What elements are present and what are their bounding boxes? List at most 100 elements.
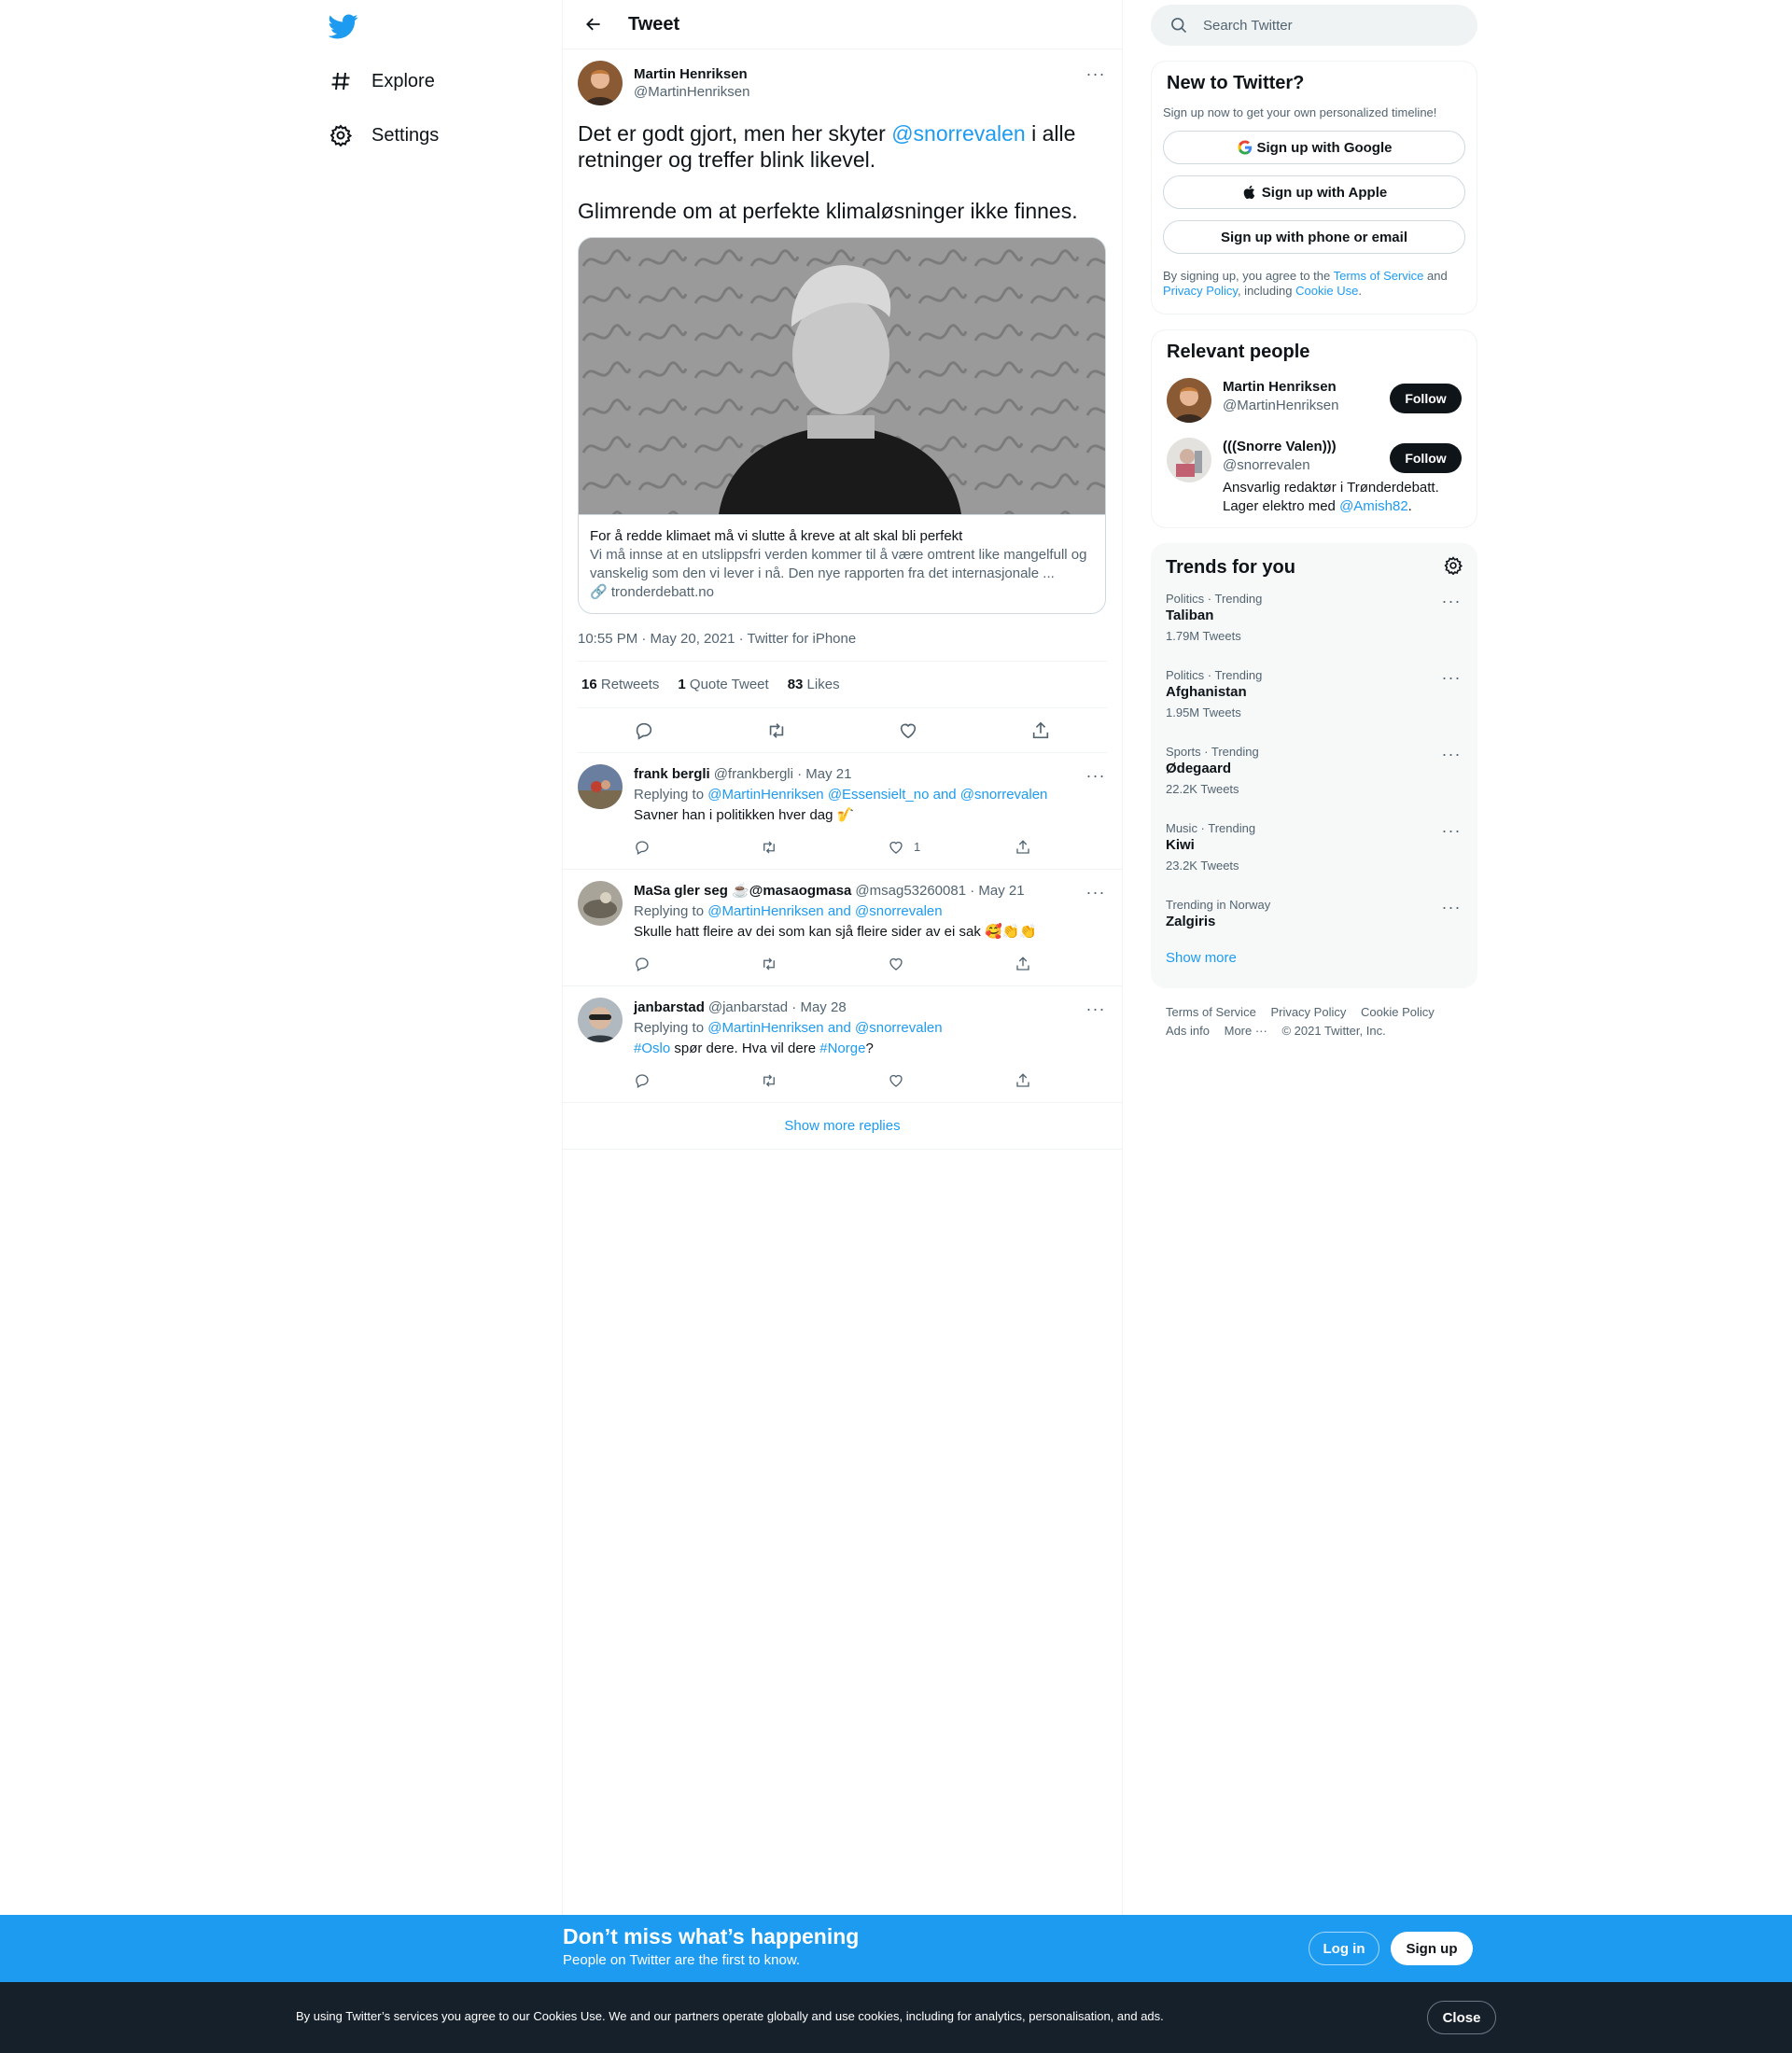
reply-icon[interactable] (634, 1072, 761, 1089)
more-options-icon[interactable]: ··· (1085, 883, 1107, 901)
back-arrow-icon[interactable] (578, 8, 609, 40)
reply-handle-date[interactable]: @frankbergli · May 21 (714, 764, 852, 785)
retweet-icon[interactable] (761, 1072, 888, 1089)
more-options-icon[interactable]: ··· (1085, 766, 1107, 785)
replying-to-links[interactable]: @MartinHenriksen and @snorrevalen (707, 903, 942, 919)
mention-link[interactable]: @snorrevalen (891, 121, 1026, 146)
share-icon[interactable] (1015, 1072, 1141, 1089)
author-handle[interactable]: @MartinHenriksen (634, 84, 749, 100)
trend-item[interactable]: Trending in Norway Zalgiris ··· (1151, 887, 1477, 943)
login-button[interactable]: Log in (1309, 1932, 1379, 1965)
relevant-person[interactable]: Martin Henriksen @MartinHenriksen Follow (1167, 378, 1462, 423)
footer-link-privacy[interactable]: Privacy Policy (1270, 1005, 1346, 1019)
terms-of-service-link[interactable]: Terms of Service (1334, 269, 1424, 283)
hashtag-link[interactable]: #Norge (819, 1040, 865, 1056)
like-icon[interactable] (892, 715, 924, 747)
cookie-use-link[interactable]: Cookie Use (1295, 284, 1358, 298)
likes-label: Likes (806, 677, 840, 692)
avatar[interactable] (578, 881, 623, 926)
signup-google-button[interactable]: Sign up with Google (1163, 131, 1465, 164)
footer-link-more[interactable]: More ··· (1225, 1024, 1267, 1038)
retweet-icon[interactable] (761, 839, 888, 856)
footer-link-ads[interactable]: Ads info (1166, 1024, 1210, 1038)
signup-apple-label: Sign up with Apple (1261, 184, 1388, 201)
relevant-person[interactable]: (((Snorre Valen))) @snorrevalen Ansvarli… (1167, 438, 1462, 516)
share-icon[interactable] (1015, 839, 1141, 856)
more-options-icon[interactable]: ··· (1085, 999, 1107, 1018)
signup-apple-button[interactable]: Sign up with Apple (1163, 175, 1465, 209)
gear-icon (329, 123, 353, 147)
trend-item[interactable]: Sports · Trending Ødegaard 22.2K Tweets … (1151, 733, 1477, 810)
trend-item[interactable]: Music · Trending Kiwi 23.2K Tweets ··· (1151, 810, 1477, 887)
like-icon[interactable] (888, 956, 1015, 972)
more-options-icon[interactable]: ··· (1440, 668, 1463, 687)
follow-button[interactable]: Follow (1390, 443, 1462, 473)
hashtag-link[interactable]: #Oslo (634, 1040, 670, 1056)
tweet-text: Det er godt gjort, men her skyter @snorr… (578, 120, 1107, 224)
replying-to-links[interactable]: @MartinHenriksen @Essensielt_no and @sno… (707, 787, 1047, 803)
avatar[interactable] (1167, 438, 1211, 482)
quotes-stat[interactable]: 1 Quote Tweet (678, 677, 768, 692)
more-options-icon[interactable]: ··· (1085, 64, 1107, 83)
terms-text: and (1423, 269, 1448, 283)
show-more-trends-link[interactable]: Show more (1151, 943, 1477, 981)
nav-item-settings[interactable]: Settings (329, 112, 439, 159)
show-more-replies-button[interactable]: Show more replies (563, 1103, 1122, 1150)
reply-author-name[interactable]: frank bergli (634, 764, 710, 785)
replying-to-links[interactable]: @MartinHenriksen and @snorrevalen (707, 1020, 942, 1036)
like-icon[interactable]: 1 (888, 837, 1015, 858)
share-icon[interactable] (1025, 715, 1057, 747)
trend-name: Ødegaard (1166, 761, 1232, 776)
retweet-icon[interactable] (761, 956, 888, 972)
reply-tweet[interactable]: janbarstad @janbarstad · May 28 Replying … (563, 986, 1122, 1103)
right-sidebar: Search Twitter New to Twitter? Sign up n… (1151, 0, 1477, 1055)
footer-copyright: © 2021 Twitter, Inc. (1281, 1024, 1386, 1038)
more-options-icon[interactable]: ··· (1440, 821, 1463, 840)
like-icon[interactable] (888, 1072, 1015, 1089)
bio-mention-link[interactable]: @Amish82 (1339, 498, 1408, 514)
link-card[interactable]: For å redde klimaet må vi slutte å kreve… (578, 237, 1106, 614)
avatar[interactable] (578, 61, 623, 105)
avatar[interactable] (578, 764, 623, 809)
trend-context: Politics · Trending (1166, 592, 1263, 606)
footer-link-terms[interactable]: Terms of Service (1166, 1005, 1256, 1019)
likes-stat[interactable]: 83 Likes (788, 677, 840, 692)
reply-icon[interactable] (628, 715, 660, 747)
panel-title: Trends for you (1166, 556, 1295, 578)
reply-handle-date[interactable]: @msag53260081 · May 21 (855, 881, 1024, 901)
more-options-icon[interactable]: ··· (1440, 592, 1463, 610)
more-options-icon[interactable]: ··· (1440, 898, 1463, 916)
reply-handle-date[interactable]: @janbarstad · May 28 (708, 998, 847, 1018)
page-title: Tweet (628, 13, 680, 35)
reply-text: Skulle hatt fleire av dei som kan sjå fl… (634, 924, 1038, 940)
reply-author-name[interactable]: janbarstad (634, 998, 705, 1018)
twitter-logo-icon[interactable] (328, 11, 358, 41)
footer-link-cookie[interactable]: Cookie Policy (1361, 1005, 1435, 1019)
retweet-icon[interactable] (761, 715, 792, 747)
reply-icon[interactable] (634, 839, 761, 856)
trend-context: Music · Trending (1166, 821, 1256, 835)
search-input[interactable]: Search Twitter (1151, 5, 1477, 46)
reply-tweet[interactable]: MaSa gler seg ☕@masaogmasa @msag53260081 … (563, 870, 1122, 986)
share-icon[interactable] (1015, 956, 1141, 972)
signup-button[interactable]: Sign up (1391, 1932, 1473, 1965)
avatar[interactable] (1167, 378, 1211, 423)
avatar[interactable] (578, 998, 623, 1042)
privacy-policy-link[interactable]: Privacy Policy (1163, 284, 1238, 298)
tweet-meta[interactable]: 10:55 PM · May 20, 2021 · Twitter for iP… (578, 631, 1107, 662)
settings-gear-icon[interactable] (1444, 555, 1463, 580)
follow-button[interactable]: Follow (1390, 384, 1462, 413)
reply-icon[interactable] (634, 956, 761, 972)
author-display-name[interactable]: Martin Henriksen (634, 66, 749, 82)
trend-item[interactable]: Politics · Trending Afghanistan 1.95M Tw… (1151, 657, 1477, 733)
replying-to-label: Replying to (634, 787, 708, 803)
close-button[interactable]: Close (1427, 2001, 1496, 2034)
trend-item[interactable]: Politics · Trending Taliban 1.79M Tweets… (1151, 580, 1477, 657)
reply-author-name[interactable]: MaSa gler seg ☕@masaogmasa (634, 881, 851, 901)
nav-item-explore[interactable]: Explore (329, 58, 435, 105)
reply-text-part: spør dere. Hva vil dere (670, 1040, 820, 1056)
signup-phone-email-button[interactable]: Sign up with phone or email (1163, 220, 1465, 254)
retweets-stat[interactable]: 16 Retweets (581, 677, 659, 692)
reply-tweet[interactable]: frank bergli @frankbergli · May 21 Replyi… (563, 753, 1122, 870)
more-options-icon[interactable]: ··· (1440, 745, 1463, 763)
